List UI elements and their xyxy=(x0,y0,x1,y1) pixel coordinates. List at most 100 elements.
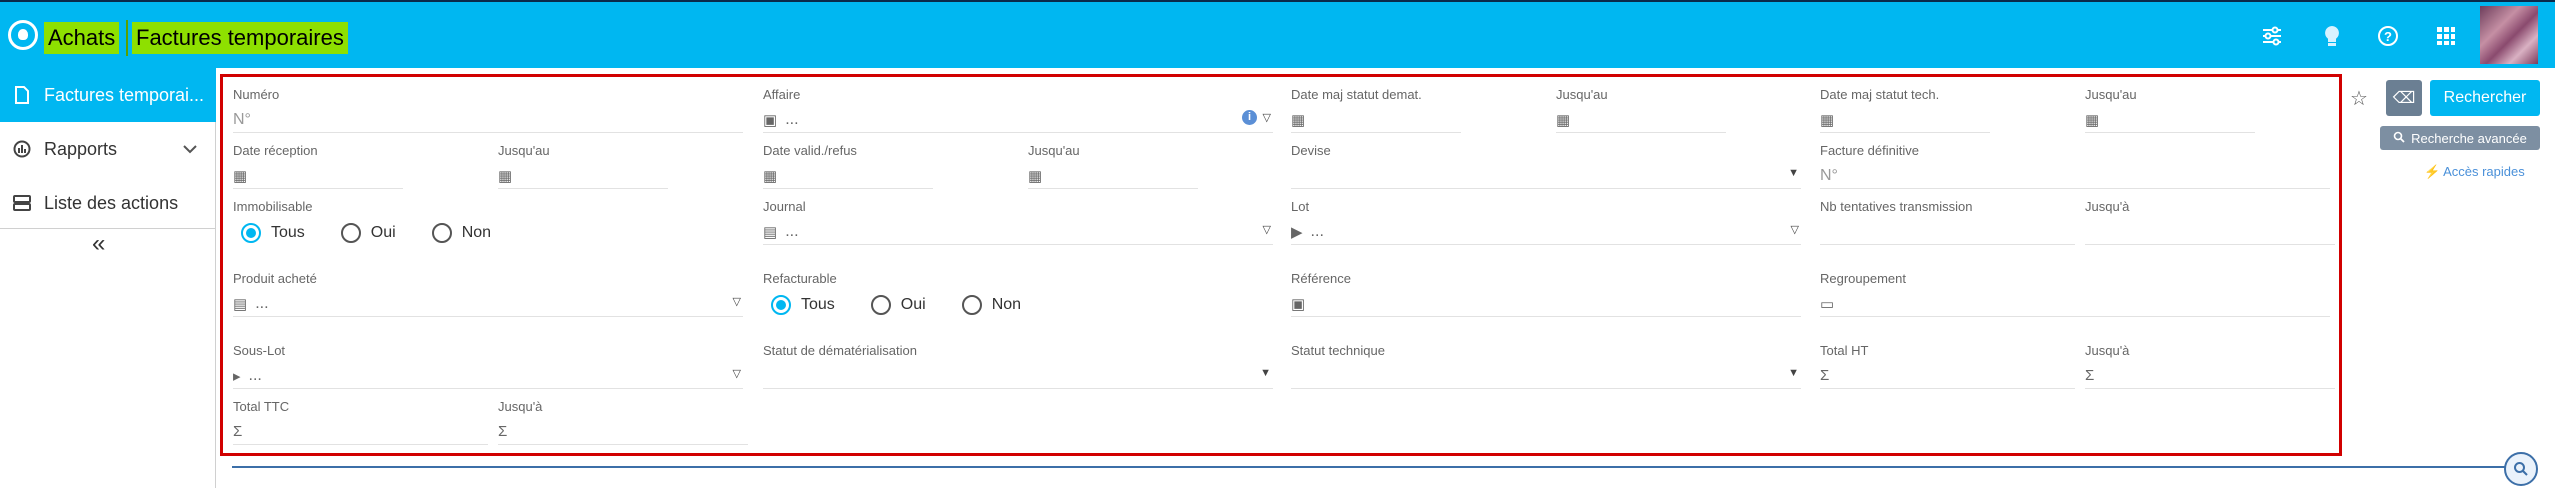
amount-input[interactable]: Σ xyxy=(2085,363,2335,389)
numero-field[interactable]: Numéro N° xyxy=(233,87,753,133)
statut-demat-field[interactable]: Statut de dématérialisation ▼ xyxy=(763,343,1283,389)
sous-lot-select[interactable]: ▸ ... ▽ xyxy=(233,363,743,389)
field-label: Statut de dématérialisation xyxy=(763,343,917,358)
chevron-down-icon[interactable]: ▽ xyxy=(733,367,741,380)
star-icon[interactable]: ☆ xyxy=(2350,86,2368,111)
statut-demat-select[interactable]: ▼ xyxy=(763,363,1273,389)
avatar[interactable] xyxy=(2480,6,2538,64)
link-label: Accès rapides xyxy=(2443,164,2525,179)
date-input[interactable]: ▦ xyxy=(1820,107,1990,133)
app-logo-icon[interactable] xyxy=(8,20,38,50)
jusqu-au-reception-field[interactable]: Jusqu'au ▦ xyxy=(498,143,758,189)
radio-oui[interactable] xyxy=(340,223,361,243)
jusqu-a-tentatives-field[interactable]: Jusqu'à xyxy=(2085,199,2345,245)
svg-text:?: ? xyxy=(2384,29,2392,44)
date-input[interactable]: ▦ xyxy=(1556,107,1726,133)
chevron-down-icon[interactable] xyxy=(182,138,198,159)
journal-field[interactable]: Journal ▤ ... ▽ xyxy=(763,199,1283,245)
calendar-icon: ▦ xyxy=(2085,111,2100,129)
sidebar-item-label: Liste des actions xyxy=(44,192,179,213)
journal-select[interactable]: ▤ ... ▽ xyxy=(763,219,1273,245)
date-maj-statut-demat-field[interactable]: Date maj statut demat. ▦ xyxy=(1291,87,1551,133)
lightbulb-icon[interactable] xyxy=(2318,22,2346,50)
field-label: Jusqu'au xyxy=(1556,87,1608,102)
sidebar-item-factures[interactable]: Factures temporai... xyxy=(0,68,216,122)
total-ttc-field[interactable]: Total TTC Σ xyxy=(233,399,493,445)
statut-technique-select[interactable]: ▼ xyxy=(1291,363,1801,389)
amount-input[interactable]: Σ xyxy=(1820,363,2075,389)
field-label: Total TTC xyxy=(233,399,290,414)
caret-down-icon[interactable]: ▼ xyxy=(1788,167,1799,179)
sidebar-item-actions[interactable]: Liste des actions xyxy=(0,176,216,230)
sidebar-item-rapports[interactable]: Rapports xyxy=(0,122,216,176)
statut-technique-field[interactable]: Statut technique ▼ xyxy=(1291,343,1811,389)
sigma-icon: Σ xyxy=(233,423,243,440)
jusqu-au-valid-field[interactable]: Jusqu'au ▦ xyxy=(1028,143,1288,189)
date-valid-refus-field[interactable]: Date valid./refus ▦ xyxy=(763,143,1023,189)
sigma-icon: Σ xyxy=(2085,367,2095,384)
reference-field[interactable]: Référence ▣ xyxy=(1291,271,1811,317)
date-input[interactable]: ▦ xyxy=(498,163,668,189)
caret-down-icon[interactable]: ▼ xyxy=(1260,367,1271,379)
sous-lot-field[interactable]: Sous-Lot ▸ ... ▽ xyxy=(233,343,753,389)
radio-tous[interactable] xyxy=(241,223,261,243)
advanced-search-button[interactable]: Recherche avancée xyxy=(2380,126,2540,150)
apps-grid-icon[interactable] xyxy=(2432,22,2460,50)
reference-input[interactable]: ▣ xyxy=(1291,291,1801,317)
total-ht-field[interactable]: Total HT Σ xyxy=(1820,343,2080,389)
jusqu-a-total-ht-field[interactable]: Jusqu'à Σ xyxy=(2085,343,2345,389)
date-maj-statut-tech-field[interactable]: Date maj statut tech. ▦ xyxy=(1820,87,2080,133)
sidebar: Factures temporai... Rapports Liste des … xyxy=(0,68,216,488)
date-reception-field[interactable]: Date réception ▦ xyxy=(233,143,493,189)
date-input[interactable]: ▦ xyxy=(1291,107,1461,133)
nb-tentatives-field[interactable]: Nb tentatives transmission xyxy=(1820,199,2080,245)
chevron-down-icon[interactable]: ▽ xyxy=(1263,223,1271,236)
breadcrumb-module[interactable]: Achats xyxy=(44,22,120,54)
chevron-down-icon[interactable]: ▽ xyxy=(1791,223,1799,236)
regroupement-field[interactable]: Regroupement ▭ xyxy=(1820,271,2340,317)
jusqu-au-demat-field[interactable]: Jusqu'au ▦ xyxy=(1556,87,1816,133)
date-input[interactable]: ▦ xyxy=(763,163,933,189)
affaire-select[interactable]: ▣ ... i ▽ xyxy=(763,107,1273,133)
breadcrumb-page[interactable]: Factures temporaires xyxy=(132,22,348,54)
help-icon[interactable]: ? xyxy=(2374,22,2402,50)
field-label: Statut technique xyxy=(1291,343,1385,358)
info-icon[interactable]: i xyxy=(1242,110,1257,125)
produit-achete-field[interactable]: Produit acheté ▤ ... ▽ xyxy=(233,271,753,317)
eraser-icon[interactable]: ⌫ xyxy=(2386,80,2422,116)
calendar-icon: ▦ xyxy=(498,167,513,185)
jusqu-a-total-ttc-field[interactable]: Jusqu'à Σ xyxy=(498,399,758,445)
number-input[interactable] xyxy=(2085,219,2335,245)
numero-input[interactable]: N° xyxy=(233,107,743,133)
sliders-icon[interactable] xyxy=(2258,22,2286,50)
number-input[interactable] xyxy=(1820,219,2075,245)
radio-tous[interactable] xyxy=(771,295,791,315)
date-input[interactable]: ▦ xyxy=(1028,163,1198,189)
search-button[interactable]: Rechercher xyxy=(2430,80,2540,116)
facture-definitive-input[interactable]: N° xyxy=(1820,163,2330,189)
lot-field[interactable]: Lot ▶ ... ▽ xyxy=(1291,199,1811,245)
amount-input[interactable]: Σ xyxy=(498,419,748,445)
collapse-sidebar-icon[interactable]: « xyxy=(92,230,105,258)
date-input[interactable]: ▦ xyxy=(2085,107,2255,133)
chevron-down-icon[interactable]: ▽ xyxy=(733,295,741,308)
amount-input[interactable]: Σ xyxy=(233,419,488,445)
produit-achete-select[interactable]: ▤ ... ▽ xyxy=(233,291,743,317)
facture-definitive-field[interactable]: Facture définitive N° xyxy=(1820,143,2340,189)
zoom-search-icon[interactable] xyxy=(2504,452,2538,486)
devise-field[interactable]: Devise ▼ xyxy=(1291,143,1811,189)
caret-down-icon[interactable]: ▼ xyxy=(1788,367,1799,379)
regroupement-input[interactable]: ▭ xyxy=(1820,291,2330,317)
affaire-field[interactable]: Affaire ▣ ... i ▽ xyxy=(763,87,1283,133)
date-input[interactable]: ▦ xyxy=(233,163,403,189)
radio-non[interactable] xyxy=(431,223,452,243)
chevron-down-icon[interactable]: ▽ xyxy=(1263,111,1271,124)
immobilisable-field: Immobilisable Tous Oui Non xyxy=(233,199,753,259)
field-value: ... xyxy=(1310,222,1324,240)
radio-non[interactable] xyxy=(961,295,982,315)
radio-oui[interactable] xyxy=(870,295,891,315)
jusqu-au-tech-field[interactable]: Jusqu'au ▦ xyxy=(2085,87,2345,133)
lot-select[interactable]: ▶ ... ▽ xyxy=(1291,219,1801,245)
quick-access-link[interactable]: ⚡ Accès rapides xyxy=(2424,164,2525,180)
devise-select[interactable]: ▼ xyxy=(1291,163,1801,189)
